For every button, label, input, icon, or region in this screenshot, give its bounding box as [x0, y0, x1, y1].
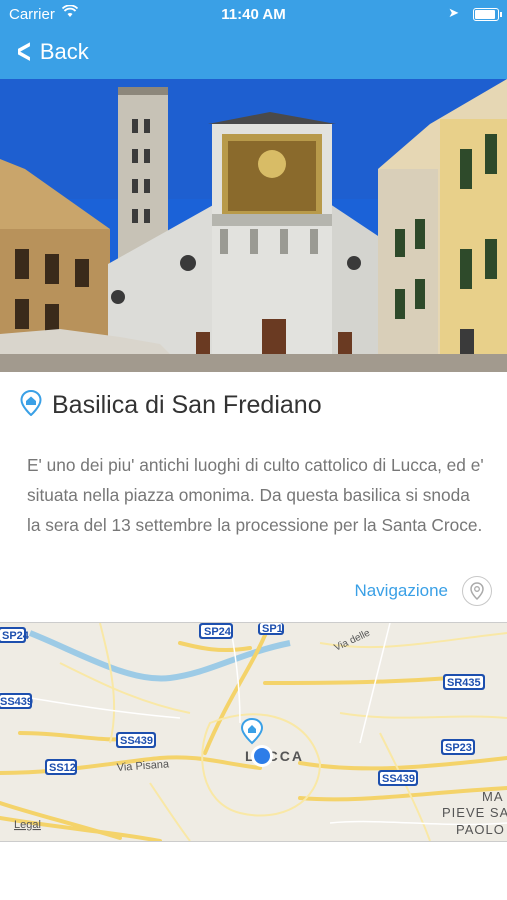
legal-link: Legal — [14, 819, 41, 831]
place-label-paolo: PAOLO — [456, 822, 505, 837]
road-label-sp24-a: SP24 — [2, 630, 30, 642]
battery-icon — [473, 8, 499, 21]
place-label-ma: MA — [482, 789, 504, 804]
road-label-sp1: SP1 — [262, 623, 283, 635]
navigation-button[interactable]: Navigazione — [354, 576, 492, 606]
basilica-photo — [0, 79, 507, 372]
back-button[interactable]: < Back — [14, 33, 89, 71]
user-location-dot — [254, 748, 270, 764]
location-arrow-icon: ➤ — [448, 5, 459, 20]
road-label-ss439-a: SS439 — [0, 696, 33, 708]
road-label-sr435: SR435 — [447, 677, 481, 689]
poi-title: Basilica di San Frediano — [52, 391, 322, 419]
poi-description: E' uno dei piu' antichi luoghi di culto … — [27, 455, 484, 535]
nav-header: Carrier 11:40 AM ➤ < Back — [0, 0, 507, 79]
map-view[interactable]: SP24 SP24 SP1 SS439 SS439 SS12 SS439 SR4… — [0, 622, 507, 842]
chevron-left-icon: < — [16, 33, 31, 71]
poi-header: Basilica di San Frediano — [20, 389, 322, 421]
clock: 11:40 AM — [221, 6, 286, 23]
home-pin-icon — [20, 389, 42, 421]
road-label-ss439-c: SS439 — [382, 773, 415, 785]
road-label-ss439-b: SS439 — [120, 735, 153, 747]
navigation-label: Navigazione — [354, 581, 448, 600]
place-label-pieve: PIEVE SA — [442, 805, 507, 820]
road-label-sp24-b: SP24 — [204, 626, 232, 638]
road-label-ss12: SS12 — [49, 762, 76, 774]
road-label-sp23: SP23 — [445, 742, 472, 754]
battery-tip — [500, 12, 502, 17]
back-label: Back — [39, 39, 89, 64]
status-bar: Carrier 11:40 AM ➤ — [0, 0, 507, 28]
location-pin-icon — [462, 576, 492, 606]
